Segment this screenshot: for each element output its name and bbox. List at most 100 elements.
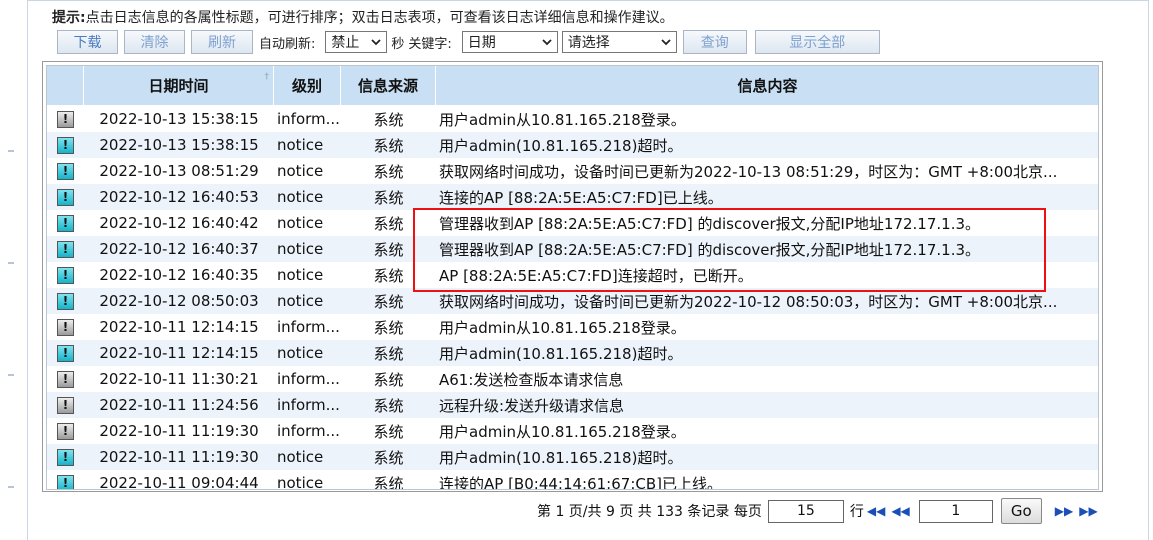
cell-source: 系统 xyxy=(373,344,404,363)
notice-level-icon: ! xyxy=(57,448,74,466)
message-text: AP [88:2A:5E:A5:C7:FD]连接超时，已断开。 xyxy=(439,266,753,285)
go-button[interactable]: Go xyxy=(1000,498,1042,524)
cell-message: 管理器收到AP [88:2A:5E:A5:C7:FD] 的discover报文,… xyxy=(436,210,1096,236)
table-row[interactable]: ! 2022-10-11 11:19:30 inform... 系统 用户admin从1… xyxy=(47,418,1098,444)
message-text: 管理器收到AP [88:2A:5E:A5:C7:FD] 的discover报文,… xyxy=(439,240,981,259)
table-row[interactable]: ! 2022-10-12 16:40:42 notice 系统 管理器收到AP [88:… xyxy=(47,210,1098,236)
chevron-down-icon xyxy=(542,39,552,46)
cell-level: inform... xyxy=(277,422,340,440)
cell-source: 系统 xyxy=(373,422,404,441)
log-table: 日期时间 † 级别 信息来源 信息内容 ! 2022-10-13 15:38:15 i… xyxy=(42,61,1103,492)
cell-message: AP [88:2A:5E:A5:C7:FD]连接超时，已断开。 xyxy=(436,262,1096,288)
cell-message: 连接的AP [B0:44:14:61:67:CB]已上线。 xyxy=(436,470,1096,490)
notice-level-icon: ! xyxy=(57,292,74,310)
row-icon-cell: ! xyxy=(47,132,84,158)
cell-source: 系统 xyxy=(373,188,404,207)
message-text: 用户admin从10.81.165.218登录。 xyxy=(439,422,686,441)
cell-source: 系统 xyxy=(373,370,404,389)
left-gutter xyxy=(0,0,27,540)
column-header-level[interactable]: 级别 xyxy=(274,66,341,105)
cell-source: 系统 xyxy=(373,292,404,311)
last-page-icon[interactable]: ▶▶ xyxy=(1079,504,1097,518)
column-header-source[interactable]: 信息来源 xyxy=(341,66,436,105)
show-all-button[interactable]: 显示全部 xyxy=(754,30,880,54)
cell-level: notice xyxy=(277,344,324,362)
message-text: 连接的AP [88:2A:5E:A5:C7:FD]已上线。 xyxy=(439,188,723,207)
seconds-label: 秒 xyxy=(391,36,405,52)
refresh-button[interactable]: 刷新 xyxy=(191,30,253,54)
cell-level: notice xyxy=(277,266,324,284)
keyword-value: 请选择 xyxy=(567,35,610,51)
table-row[interactable]: ! 2022-10-11 11:30:21 inform... 系统 A61:发送检查版… xyxy=(47,366,1098,392)
cell-datetime: 2022-10-12 16:40:35 xyxy=(99,266,259,284)
gutter-mark xyxy=(8,262,14,264)
table-row[interactable]: ! 2022-10-11 09:04:44 notice 系统 连接的AP [B0:44… xyxy=(47,470,1098,490)
notice-level-icon: ! xyxy=(57,136,74,154)
icon-column-header xyxy=(47,66,84,105)
row-icon-cell: ! xyxy=(47,288,84,314)
cell-level: notice xyxy=(277,292,324,310)
table-row[interactable]: ! 2022-10-11 11:24:56 inform... 系统 远程升级:发送升级… xyxy=(47,392,1098,418)
message-text: 连接的AP [B0:44:14:61:67:CB]已上线。 xyxy=(439,474,722,490)
notice-level-icon: ! xyxy=(57,162,74,180)
download-button[interactable]: 下载 xyxy=(57,30,118,54)
info-level-icon: ! xyxy=(57,422,74,440)
row-icon-cell: ! xyxy=(47,444,84,470)
gutter-mark xyxy=(8,486,14,488)
first-page-icon[interactable]: ◀◀ xyxy=(867,504,885,518)
page-number-input[interactable]: 1 xyxy=(918,499,993,523)
column-header-message[interactable]: 信息内容 xyxy=(436,66,1098,105)
row-icon-cell: ! xyxy=(47,236,84,262)
gutter-mark xyxy=(8,374,14,376)
notice-level-icon: ! xyxy=(57,188,74,206)
next-page-icon[interactable]: ▶▶ xyxy=(1055,504,1073,518)
row-icon-cell: ! xyxy=(47,418,84,444)
notice-level-icon: ! xyxy=(57,214,74,232)
table-row[interactable]: ! 2022-10-11 12:14:15 inform... 系统 用户admin从1… xyxy=(47,314,1098,340)
table-row[interactable]: ! 2022-10-12 16:40:53 notice 系统 连接的AP [88:2A… xyxy=(47,184,1098,210)
cell-level: notice xyxy=(277,240,324,258)
prev-page-icon[interactable]: ◀◀ xyxy=(891,504,909,518)
cell-datetime: 2022-10-12 16:40:53 xyxy=(99,188,259,206)
table-row[interactable]: ! 2022-10-11 12:14:15 notice 系统 用户admin(10.8… xyxy=(47,340,1098,366)
message-text: 用户admin从10.81.165.218登录。 xyxy=(439,110,686,129)
table-row[interactable]: ! 2022-10-12 16:40:37 notice 系统 管理器收到AP [88:… xyxy=(47,236,1098,262)
cell-level: notice xyxy=(277,214,324,232)
cell-level: notice xyxy=(277,448,324,466)
hint-label: 提示: xyxy=(52,10,86,26)
cell-source: 系统 xyxy=(373,396,404,415)
pagination: 第 1 页/共 9 页 共 133 条记录 每页 15 行 ◀◀ ◀◀ 1 Go… xyxy=(537,498,1101,524)
message-text: 获取网络时间成功，设备时间已更新为2022-10-13 08:51:29，时区为… xyxy=(439,162,1058,181)
auto-refresh-select[interactable]: 禁止 xyxy=(325,31,388,53)
message-text: 管理器收到AP [88:2A:5E:A5:C7:FD] 的discover报文,… xyxy=(439,214,981,233)
column-header-datetime[interactable]: 日期时间 † xyxy=(84,66,274,105)
table-row[interactable]: ! 2022-10-13 15:38:15 notice 系统 用户admin(10.8… xyxy=(47,132,1098,158)
cell-message: 用户admin从10.81.165.218登录。 xyxy=(436,106,1096,132)
table-row[interactable]: ! 2022-10-12 16:40:35 notice 系统 AP [88:2A:5E… xyxy=(47,262,1098,288)
keyword-value-select[interactable]: 请选择 xyxy=(561,31,677,53)
cell-source: 系统 xyxy=(373,318,404,337)
table-row[interactable]: ! 2022-10-13 08:51:29 notice 系统 获取网络时间成功，设备时… xyxy=(47,158,1098,184)
keyword-label: 关键字: xyxy=(408,36,452,52)
row-icon-cell: ! xyxy=(47,262,84,288)
notice-level-icon: ! xyxy=(57,240,74,258)
cell-datetime: 2022-10-12 16:40:37 xyxy=(99,240,259,258)
cell-message: 用户admin(10.81.165.218)超时。 xyxy=(436,132,1096,158)
per-page-input[interactable]: 15 xyxy=(767,499,844,523)
cell-datetime: 2022-10-11 11:24:56 xyxy=(99,396,259,414)
cell-datetime: 2022-10-13 08:51:29 xyxy=(99,162,259,180)
cell-datetime: 2022-10-13 15:38:15 xyxy=(99,136,259,154)
keyword-field-select[interactable]: 日期 xyxy=(461,31,558,53)
cell-datetime: 2022-10-11 11:19:30 xyxy=(99,422,259,440)
cell-source: 系统 xyxy=(373,448,404,467)
cell-source: 系统 xyxy=(373,214,404,233)
cell-datetime: 2022-10-11 11:19:30 xyxy=(99,448,259,466)
cell-datetime: 2022-10-12 08:50:03 xyxy=(99,292,259,310)
cell-message: 管理器收到AP [88:2A:5E:A5:C7:FD] 的discover报文,… xyxy=(436,236,1096,262)
table-row[interactable]: ! 2022-10-12 08:50:03 notice 系统 获取网络时间成功，设备时… xyxy=(47,288,1098,314)
table-row[interactable]: ! 2022-10-11 11:19:30 notice 系统 用户admin(10.8… xyxy=(47,444,1098,470)
cell-source: 系统 xyxy=(373,136,404,155)
clear-button[interactable]: 清除 xyxy=(124,30,185,54)
search-button[interactable]: 查询 xyxy=(682,30,747,54)
table-row[interactable]: ! 2022-10-13 15:38:15 inform... 系统 用户admin从1… xyxy=(47,106,1098,132)
